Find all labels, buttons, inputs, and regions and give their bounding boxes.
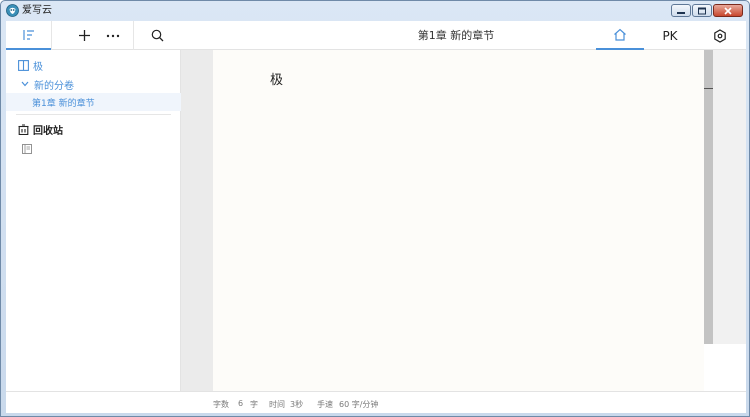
status-bar: 字数 6 字 时间 3秒 手速 60 字/分钟 bbox=[6, 391, 746, 413]
word-count-value: 6 bbox=[238, 399, 244, 408]
close-icon bbox=[724, 6, 732, 15]
volume-item[interactable]: 新的分卷 bbox=[6, 75, 181, 93]
minimize-button[interactable] bbox=[671, 4, 691, 17]
add-button[interactable] bbox=[72, 21, 96, 50]
toolbar: 第1章 新的章节 PK bbox=[6, 21, 746, 50]
editor-left-gutter bbox=[181, 50, 213, 391]
home-icon bbox=[614, 28, 626, 41]
close-button[interactable] bbox=[713, 4, 743, 17]
recycle-bin-label: 回收站 bbox=[33, 125, 63, 137]
home-button[interactable] bbox=[596, 21, 644, 50]
editor-scrollbar[interactable] bbox=[704, 50, 713, 391]
maximize-icon bbox=[698, 7, 706, 14]
volume-name: 新的分卷 bbox=[34, 80, 74, 92]
window-title: 爱写云 bbox=[22, 5, 52, 16]
chevron-down-icon bbox=[21, 81, 29, 87]
speed-label: 手速 bbox=[317, 400, 333, 409]
chapter-item[interactable]: 第1章 新的章节 bbox=[6, 93, 181, 111]
editor-content: 极 bbox=[270, 73, 284, 88]
text-editor[interactable]: 极 bbox=[213, 50, 704, 391]
app-logo-icon bbox=[6, 4, 19, 17]
maximize-button[interactable] bbox=[692, 4, 712, 17]
toolbar-separator bbox=[51, 21, 52, 50]
title-bar[interactable]: 爱写云 bbox=[1, 1, 749, 21]
time-value: 3秒 bbox=[290, 400, 304, 409]
sidebar-divider bbox=[16, 114, 171, 115]
sidebar: 极 新的分卷 第1章 新的章节 回收站 bbox=[6, 50, 181, 391]
window-controls bbox=[670, 4, 743, 17]
scrollbar-thumb[interactable] bbox=[704, 50, 713, 344]
outline-icon bbox=[22, 29, 34, 40]
notebook-icon bbox=[22, 144, 32, 154]
settings-hexagon-icon bbox=[714, 28, 726, 43]
minimize-icon bbox=[677, 11, 685, 14]
word-count-unit: 字 bbox=[250, 400, 258, 409]
book-icon bbox=[18, 59, 29, 71]
more-dots-icon bbox=[106, 34, 120, 37]
current-chapter-title: 第1章 新的章节 bbox=[417, 29, 495, 42]
recycle-bin-item[interactable]: 回收站 bbox=[6, 120, 181, 138]
search-button[interactable] bbox=[146, 21, 168, 50]
app-window: 爱写云 第1章 新的章节 PK 极 新的分卷 第1章 新的章节 回收站 极 字数… bbox=[0, 0, 750, 417]
search-icon bbox=[151, 29, 163, 42]
book-name: 极 bbox=[33, 61, 43, 73]
settings-button[interactable] bbox=[708, 21, 732, 50]
pk-label: PK bbox=[662, 28, 678, 43]
editor-right-panel bbox=[713, 50, 746, 391]
trash-icon bbox=[18, 123, 29, 135]
book-item[interactable]: 极 bbox=[6, 56, 181, 74]
client-area: 第1章 新的章节 PK 极 新的分卷 第1章 新的章节 回收站 极 字数 6 字… bbox=[6, 21, 746, 413]
time-label: 时间 bbox=[269, 400, 285, 409]
plus-icon bbox=[78, 30, 90, 41]
speed-value: 60 字/分钟 bbox=[339, 400, 379, 409]
toolbar-separator bbox=[133, 21, 134, 50]
word-count-label: 字数 bbox=[213, 400, 229, 409]
scroll-position-marker bbox=[704, 88, 713, 89]
more-button[interactable] bbox=[102, 21, 124, 50]
right-panel-blank bbox=[713, 344, 746, 391]
chapter-name: 第1章 新的章节 bbox=[32, 98, 95, 109]
pk-button[interactable]: PK bbox=[656, 21, 684, 50]
outline-toggle-button[interactable] bbox=[6, 21, 51, 50]
notes-item[interactable] bbox=[6, 140, 181, 158]
